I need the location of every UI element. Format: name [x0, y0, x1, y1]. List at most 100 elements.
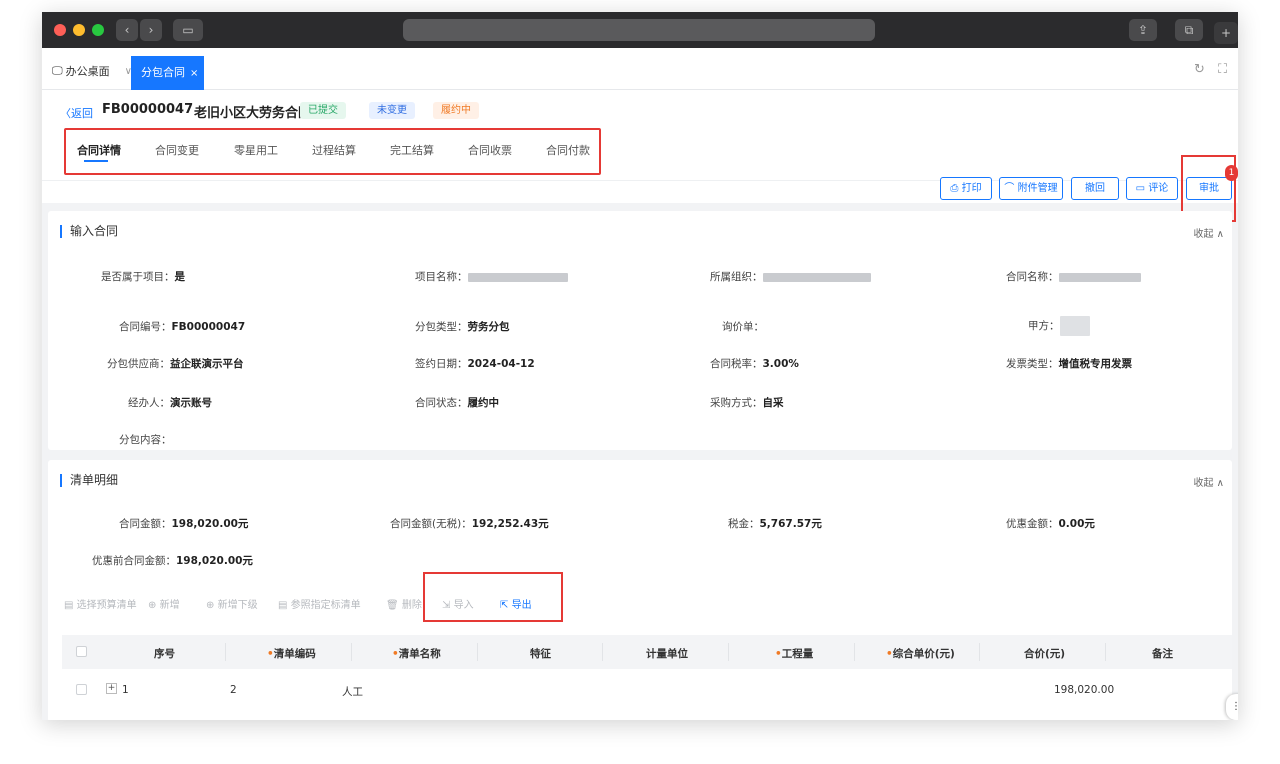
back-link[interactable]: 〈返回 [60, 105, 93, 121]
divider [1105, 643, 1106, 661]
minimize-window-button[interactable] [73, 24, 85, 36]
print-button[interactable]: ⎙ 打印 [940, 177, 992, 200]
divider [602, 643, 603, 661]
new-tab-button[interactable]: + [1214, 22, 1238, 44]
col-name: •清单名称 [392, 648, 441, 660]
field-tax: 税金：5,767.57元 [728, 518, 822, 530]
field-sign-date: 签约日期：2024-04-12 [415, 358, 535, 370]
divider [728, 643, 729, 661]
field-purchase: 采购方式：自采 [710, 397, 784, 409]
forward-nav-button[interactable]: › [140, 19, 162, 41]
share-icon: ⇪ [1137, 23, 1149, 37]
cell-total: 198,020.00 [1054, 684, 1115, 696]
tab-sporadic-labor[interactable]: 零星用工 [234, 142, 278, 158]
field-contract-name: 合同名称： [1006, 269, 1141, 284]
status-badge-performing: 履约中 [433, 102, 479, 119]
field-pre-discount: 优惠前合同金额：198,020.00元 [92, 555, 253, 567]
address-bar[interactable] [403, 19, 875, 41]
select-all-checkbox[interactable] [76, 646, 87, 657]
redacted-value [1058, 272, 1141, 282]
list-icon: ▤ [64, 600, 74, 611]
field-discount: 优惠金额：0.00元 [1006, 518, 1095, 530]
field-status: 合同状态：履约中 [415, 397, 499, 409]
status-badge-unchanged: 未变更 [369, 102, 415, 119]
chevron-right-icon: › [148, 23, 154, 37]
list-icon: ▤ [278, 600, 288, 611]
printer-icon: ⎙ [950, 183, 959, 194]
monitor-icon: 🖵 [52, 64, 63, 77]
tab-home[interactable]: 🖵 办公桌面 ∨ [52, 63, 132, 79]
tab-subcontract-label: 分包合同 [141, 66, 185, 79]
divider [854, 643, 855, 661]
sidebar-toggle-button[interactable]: ▭ [173, 19, 203, 41]
tabs-overview-button[interactable]: ⧉ [1175, 19, 1203, 41]
tab-process-settlement[interactable]: 过程结算 [312, 142, 356, 158]
tab-contract-payment[interactable]: 合同付款 [546, 142, 590, 158]
contract-subtabs: 合同详情 合同变更 零星用工 过程结算 完工结算 合同收票 合同付款 [64, 128, 601, 175]
highlight-import-export [423, 572, 563, 622]
chevron-up-icon: ∧ [1216, 478, 1224, 489]
active-tab-indicator [84, 160, 108, 162]
select-budget-button[interactable]: ▤ 选择预算清单 [64, 596, 137, 611]
sidebar-icon: ▭ [182, 23, 194, 37]
back-nav-button[interactable]: ‹ [116, 19, 138, 41]
divider [477, 643, 478, 661]
add-button[interactable]: ⊕ 新增 [148, 596, 180, 611]
required-mark: • [775, 648, 782, 660]
delete-button[interactable]: 🗑 删除 [386, 596, 422, 611]
withdraw-button[interactable]: 撤回 [1071, 177, 1119, 200]
chevron-left-icon: ‹ [124, 23, 130, 37]
share-button[interactable]: ⇪ [1129, 19, 1157, 41]
title-bar: ‹ › ▭ ⇪ ⧉ + [42, 12, 1238, 48]
divider [225, 643, 226, 661]
field-content: 分包内容： [119, 434, 172, 446]
field-handler: 经办人：演示账号 [128, 397, 212, 409]
attachment-button[interactable]: ⌒ 附件管理 [999, 177, 1063, 200]
tab-subcontract[interactable]: 分包合同 × [131, 56, 204, 90]
field-amount-notax: 合同金额(无税)：192,252.43元 [390, 518, 549, 530]
redacted-value [467, 272, 568, 282]
comment-icon: ▭ [1135, 183, 1146, 194]
field-invoice-type: 发票类型：增值税专用发票 [1006, 358, 1132, 370]
side-panel-handle[interactable]: ⋮ [1226, 694, 1238, 720]
tab-completion-settlement[interactable]: 完工结算 [390, 142, 434, 158]
close-icon[interactable]: × [190, 68, 198, 79]
fullscreen-icon[interactable]: ⛶ [1218, 62, 1227, 77]
field-project-name: 项目名称： [415, 269, 568, 284]
col-quantity: •工程量 [775, 648, 814, 660]
zoom-window-button[interactable] [92, 24, 104, 36]
field-is-project: 是否属于项目：是 [101, 271, 185, 283]
required-mark: • [267, 648, 274, 660]
divider [351, 643, 352, 661]
chevron-left-icon: 〈 [60, 107, 71, 120]
browser-window: ‹ › ▭ ⇪ ⧉ + 🖵 办公桌面 ∨ 分包合同 × ↻ ⛶ 〈返回 FB000… [42, 12, 1238, 720]
row-checkbox[interactable] [76, 684, 87, 695]
col-seq: 序号 [154, 648, 175, 660]
field-org: 所属组织： [710, 269, 871, 284]
field-inquiry: 询价单： [722, 321, 764, 333]
col-remark: 备注 [1152, 648, 1173, 660]
cell-code: 2 [230, 684, 237, 696]
contract-code: FB00000047 [102, 102, 194, 117]
reference-bid-list-button[interactable]: ▤ 参照指定标清单 [278, 596, 361, 611]
table-header: 序号 •清单编码 •清单名称 特征 计量单位 •工程量 •综合单价(元) 合价(… [62, 635, 1232, 669]
add-child-button[interactable]: ⊕ 新增下级 [206, 596, 258, 611]
refresh-icon[interactable]: ↻ [1194, 62, 1205, 77]
col-unit: 计量单位 [646, 648, 688, 660]
collapse-toggle[interactable]: 收起 ∧ [1193, 225, 1224, 240]
cell-seq: 1 [122, 684, 129, 696]
cell-name: 人工 [342, 686, 363, 698]
close-window-button[interactable] [54, 24, 66, 36]
field-amount: 合同金额：198,020.00元 [119, 518, 249, 530]
status-badge-submitted: 已提交 [300, 102, 346, 119]
tab-contract-change[interactable]: 合同变更 [155, 142, 199, 158]
collapse-toggle[interactable]: 收起 ∧ [1193, 474, 1224, 489]
tab-contract-invoice[interactable]: 合同收票 [468, 142, 512, 158]
plus-icon: + [1220, 26, 1232, 40]
app-tab-bar: 🖵 办公桌面 ∨ 分包合同 × ↻ ⛶ [42, 48, 1238, 90]
comment-button[interactable]: ▭ 评论 [1126, 177, 1178, 200]
col-code: •清单编码 [267, 648, 316, 660]
expand-icon[interactable]: + [106, 683, 117, 694]
tab-contract-detail[interactable]: 合同详情 [77, 142, 121, 158]
divider [979, 643, 980, 661]
